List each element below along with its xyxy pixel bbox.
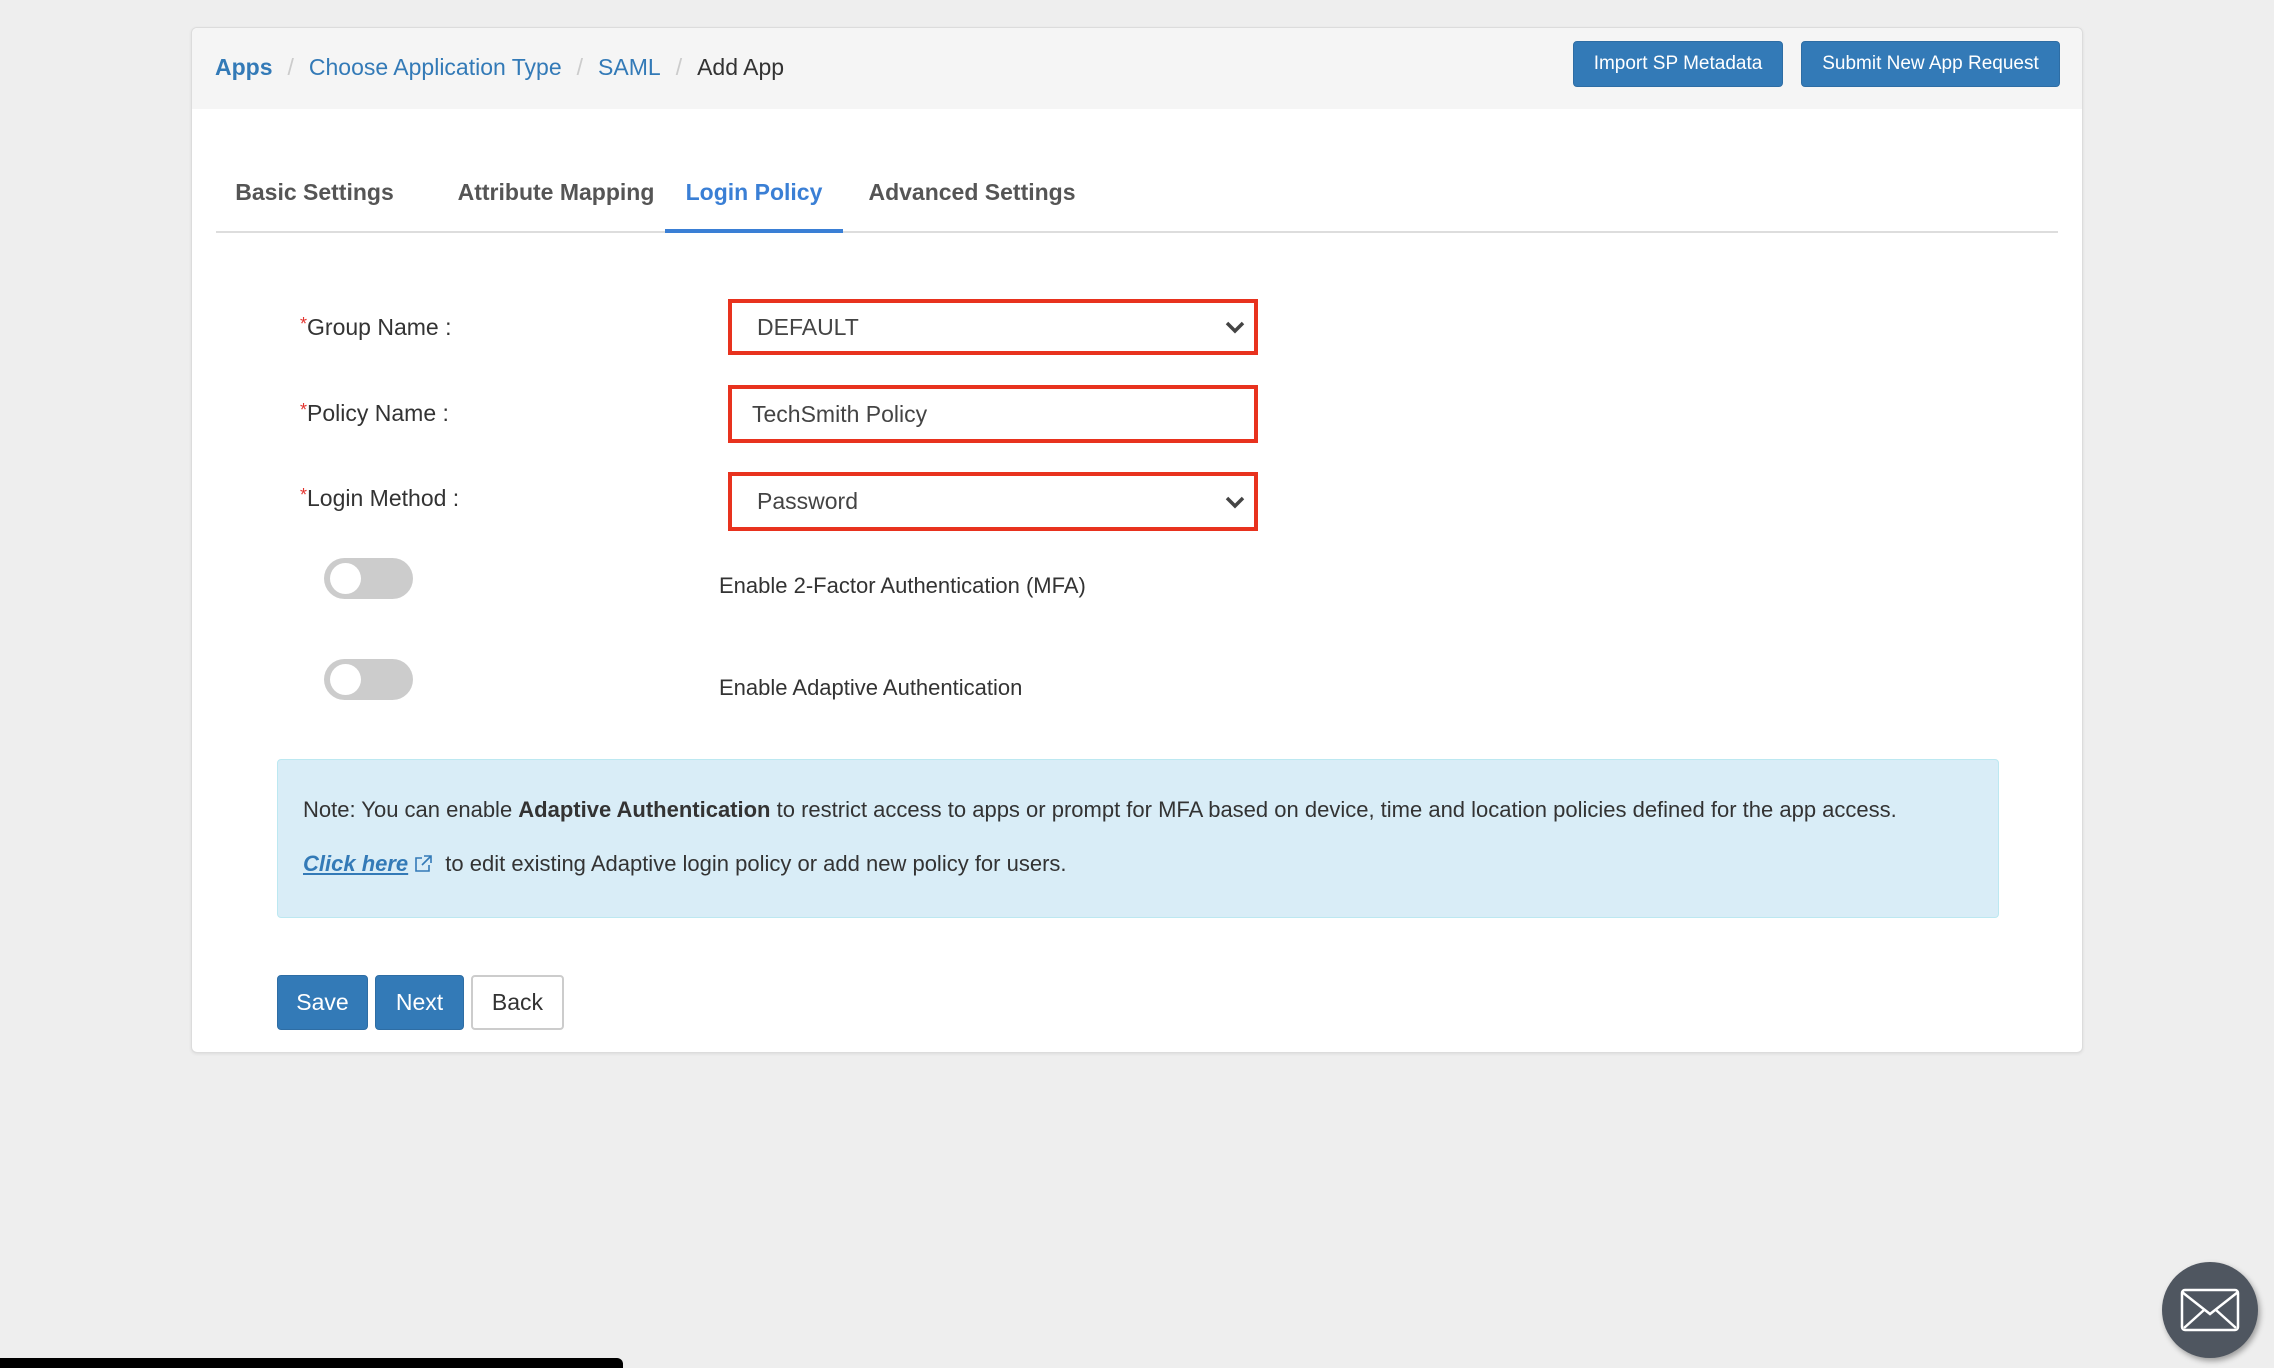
policy-name-input[interactable]: TechSmith Policy bbox=[728, 385, 1258, 443]
note-link-suffix: to edit existing Adaptive login policy o… bbox=[439, 851, 1067, 876]
submit-new-app-request-button[interactable]: Submit New App Request bbox=[1801, 41, 2060, 87]
login-method-label: *Login Method : bbox=[300, 485, 459, 512]
group-name-label: *Group Name : bbox=[300, 314, 451, 341]
policy-name-value: TechSmith Policy bbox=[752, 400, 928, 427]
note-bold: Adaptive Authentication bbox=[518, 797, 771, 822]
breadcrumb-separator: / bbox=[287, 54, 294, 80]
note-text: Note: You can enable Adaptive Authentica… bbox=[303, 797, 1897, 823]
group-name-label-text: Group Name : bbox=[307, 314, 452, 340]
save-button[interactable]: Save bbox=[277, 975, 368, 1030]
policy-name-label: *Policy Name : bbox=[300, 400, 449, 427]
required-mark: * bbox=[300, 485, 308, 505]
import-sp-metadata-button[interactable]: Import SP Metadata bbox=[1573, 41, 1783, 87]
bottom-overlay-bar bbox=[0, 1358, 623, 1368]
adaptive-auth-note: Note: You can enable Adaptive Authentica… bbox=[277, 759, 1999, 918]
breadcrumb: Apps / Choose Application Type / SAML / … bbox=[215, 54, 784, 81]
mfa-toggle[interactable] bbox=[324, 558, 413, 599]
back-button[interactable]: Back bbox=[471, 975, 564, 1030]
required-mark: * bbox=[300, 400, 308, 420]
settings-tabs: Basic Settings Attribute Mapping Login P… bbox=[216, 158, 2058, 233]
contact-mail-button[interactable] bbox=[2162, 1262, 2258, 1358]
click-here-link[interactable]: Click here bbox=[303, 851, 408, 877]
tab-login-policy[interactable]: Login Policy bbox=[665, 158, 843, 233]
external-link-icon bbox=[415, 855, 432, 872]
toggle-knob bbox=[330, 664, 361, 695]
group-name-select[interactable]: DEFAULT bbox=[728, 299, 1258, 355]
breadcrumb-separator: / bbox=[576, 54, 584, 80]
envelope-icon bbox=[2180, 1288, 2240, 1332]
adaptive-auth-toggle[interactable] bbox=[324, 659, 413, 700]
tab-advanced-settings[interactable]: Advanced Settings bbox=[852, 158, 1092, 231]
note-link-line: Click here to edit existing Adaptive log… bbox=[303, 851, 1067, 877]
note-suffix: to restrict access to apps or prompt for… bbox=[770, 797, 1897, 822]
breadcrumb-separator: / bbox=[675, 54, 683, 80]
required-mark: * bbox=[300, 314, 308, 334]
toggle-knob bbox=[330, 563, 361, 594]
chevron-down-icon bbox=[1225, 321, 1245, 334]
login-method-select[interactable]: Password bbox=[728, 472, 1258, 531]
tab-basic-settings[interactable]: Basic Settings bbox=[216, 158, 413, 231]
card-header: Apps / Choose Application Type / SAML / … bbox=[192, 28, 2082, 109]
login-method-value: Password bbox=[757, 488, 858, 514]
group-name-value: DEFAULT bbox=[757, 313, 859, 340]
add-app-card: Apps / Choose Application Type / SAML / … bbox=[191, 27, 2083, 1053]
breadcrumb-saml[interactable]: SAML bbox=[598, 54, 661, 81]
breadcrumb-choose-application-type[interactable]: Choose Application Type bbox=[309, 54, 562, 81]
adaptive-auth-toggle-label: Enable Adaptive Authentication bbox=[719, 675, 1023, 700]
tab-attribute-mapping[interactable]: Attribute Mapping bbox=[426, 158, 686, 231]
note-prefix: Note: You can enable bbox=[303, 797, 519, 822]
breadcrumb-apps[interactable]: Apps bbox=[215, 54, 273, 81]
next-button[interactable]: Next bbox=[375, 975, 464, 1030]
mfa-toggle-label: Enable 2-Factor Authentication (MFA) bbox=[719, 573, 1086, 598]
login-method-label-text: Login Method : bbox=[307, 485, 460, 511]
chevron-down-icon bbox=[1225, 496, 1245, 509]
breadcrumb-add-app: Add App bbox=[697, 54, 785, 80]
policy-name-label-text: Policy Name : bbox=[307, 400, 449, 426]
